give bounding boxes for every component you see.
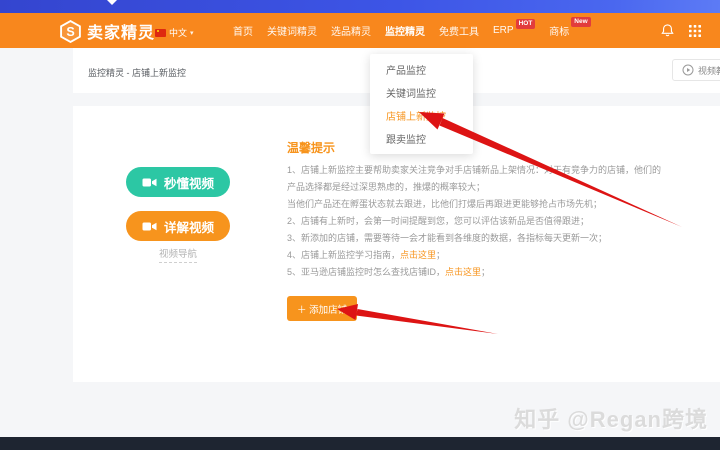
nav-item-label: 选品精灵 xyxy=(331,27,371,38)
tip-line: 1、店铺上新监控主要帮助卖家关注竞争对手店铺新品上架情况：对于有竞争力的店铺，他… xyxy=(287,162,661,179)
add-shop-button[interactable]: ＋ 添加店铺 xyxy=(287,296,358,321)
nav-item-monitor-sprite[interactable]: 监控精灵 xyxy=(385,23,425,38)
tip-text: 5、亚马逊店铺监控时怎么查找店铺ID， xyxy=(287,267,446,277)
flag-icon xyxy=(155,28,166,37)
nav-item-home[interactable]: 首页 xyxy=(233,23,253,38)
svg-text:S: S xyxy=(66,25,74,39)
video-camera-icon xyxy=(142,178,157,186)
dropdown-item-shop-new-monitor[interactable]: 店铺上新监控 xyxy=(370,104,473,127)
watermark: 知乎 @Regan跨境 xyxy=(514,407,708,432)
language-label: 中文 xyxy=(169,28,188,38)
tips-title: 温馨提示 xyxy=(287,141,336,155)
footer-bar xyxy=(0,437,720,450)
detail-video-label: 详解视频 xyxy=(163,220,214,235)
monitor-dropdown-menu: 产品监控 关键词监控 店铺上新监控 跟卖监控 xyxy=(370,54,473,154)
nav-menu: 首页 关键词精灵 选品精灵 监控精灵 免费工具 ERP HOT 商标 New xyxy=(233,13,591,48)
tip-text: 2、店铺有上新时，会第一时间提醒到您，您可以评估该新品是否值得跟进； xyxy=(287,216,590,226)
video-tutorial-button[interactable]: 视频教程 xyxy=(672,59,720,81)
banner-caret-icon xyxy=(107,0,117,5)
tips-list: 1、店铺上新监控主要帮助卖家关注竞争对手店铺新品上架情况：对于有竞争力的店铺，他… xyxy=(287,162,661,281)
page: S 卖家精灵 中文 ▾ 首页 关键词精灵 选品精灵 监控精灵 免费工具 ERP HOT 商标 N… xyxy=(0,0,720,450)
nav-item-keyword-sprite[interactable]: 关键词精灵 xyxy=(267,23,317,38)
tip-line: 4、店铺上新监控学习指南，点击这里； xyxy=(287,247,661,264)
breadcrumb: 监控精灵 - 店铺上新监控 xyxy=(88,68,186,78)
nav-item-label: 免费工具 xyxy=(439,27,479,38)
nav-item-product-sprite[interactable]: 选品精灵 xyxy=(331,23,371,38)
dropdown-item-product-monitor[interactable]: 产品监控 xyxy=(370,58,473,81)
video-tutorial-label: 视频教程 xyxy=(698,65,720,76)
top-navbar: S 卖家精灵 中文 ▾ 首页 关键词精灵 选品精灵 监控精灵 免费工具 ERP HOT 商标 N… xyxy=(0,13,720,48)
quick-video-label: 秒懂视频 xyxy=(163,176,214,191)
nav-item-label: 商标 xyxy=(549,27,570,38)
tip-link[interactable]: 点击这里 xyxy=(445,267,481,277)
nav-item-label: 关键词精灵 xyxy=(267,27,317,38)
nav-item-label: 监控精灵 xyxy=(385,27,425,38)
navbar-right xyxy=(660,13,701,48)
tip-text: 当他们产品还在孵蛋状态就去跟进，比他们打爆后再跟进更能够抢占市场先机； xyxy=(287,199,603,209)
nav-item-erp[interactable]: ERP HOT xyxy=(493,19,536,36)
tip-line: 5、亚马逊店铺监控时怎么查找店铺ID，点击这里； xyxy=(287,264,661,281)
nav-item-label: 首页 xyxy=(233,27,253,38)
logo-text: 卖家精灵 xyxy=(87,25,156,42)
logo-hexagon-icon: S xyxy=(60,19,81,43)
dropdown-item-keyword-monitor[interactable]: 关键词监控 xyxy=(370,81,473,104)
bell-icon[interactable] xyxy=(660,23,675,38)
tip-text: ； xyxy=(481,267,491,277)
promo-banner[interactable] xyxy=(0,0,720,13)
tip-text: ； xyxy=(436,250,446,260)
detail-video-button[interactable]: 详解视频 xyxy=(126,211,230,241)
chevron-down-icon: ▾ xyxy=(190,29,194,37)
tip-line: 当他们产品还在孵蛋状态就去跟进，比他们打爆后再跟进更能够抢占市场先机； xyxy=(287,196,661,213)
tip-line: 3、新添加的店铺，需要等待一会才能看到各维度的数据，各指标每天更新一次； xyxy=(287,230,661,247)
tip-text: 3、新添加的店铺，需要等待一会才能看到各维度的数据，各指标每天更新一次； xyxy=(287,233,608,243)
nav-badge-new: New xyxy=(571,17,591,27)
nav-item-trademark[interactable]: 商标 New xyxy=(549,17,591,38)
apps-grid-icon[interactable] xyxy=(689,24,701,37)
video-nav-link[interactable]: 视频导航 xyxy=(126,246,230,263)
tip-line: 产品选择都是经过深思熟虑的，推爆的概率较大； xyxy=(287,179,661,196)
tip-link[interactable]: 点击这里 xyxy=(400,250,436,260)
tip-text: 1、店铺上新监控主要帮助卖家关注竞争对手店铺新品上架情况：对于有竞争力的店铺，他… xyxy=(287,165,662,175)
video-camera-icon xyxy=(142,222,157,230)
logo[interactable]: S 卖家精灵 xyxy=(59,19,155,43)
tip-line: 2、店铺有上新时，会第一时间提醒到您，您可以评估该新品是否值得跟进； xyxy=(287,213,661,230)
tip-text: 产品选择都是经过深思熟虑的，推爆的概率较大； xyxy=(287,182,486,192)
nav-item-free-tools[interactable]: 免费工具 xyxy=(439,23,479,38)
tip-text: 4、店铺上新监控学习指南， xyxy=(287,250,401,260)
quick-video-button[interactable]: 秒懂视频 xyxy=(126,167,230,197)
dropdown-item-follow-sell-monitor[interactable]: 跟卖监控 xyxy=(370,127,473,150)
language-selector[interactable]: 中文 ▾ xyxy=(155,26,194,39)
nav-item-label: ERP xyxy=(493,25,514,36)
play-icon xyxy=(682,64,694,76)
nav-badge-hot: HOT xyxy=(515,19,536,29)
